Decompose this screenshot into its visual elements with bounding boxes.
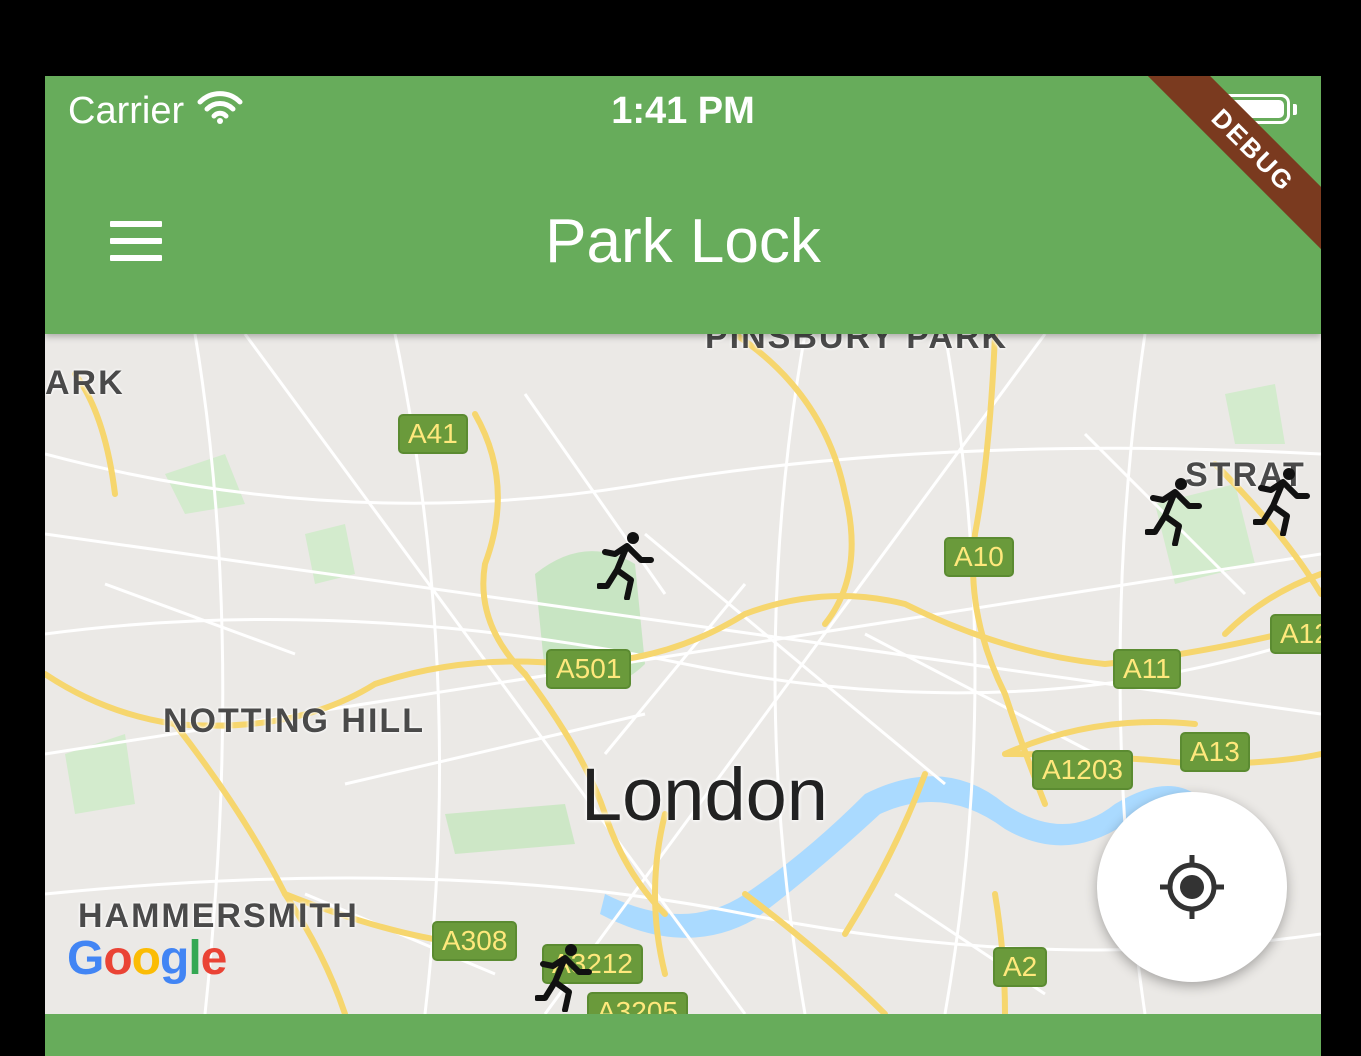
status-time: 1:41 PM: [611, 90, 755, 132]
app-title: Park Lock: [545, 207, 821, 276]
battery-tip: [1293, 104, 1297, 115]
park-marker-running-icon[interactable]: [597, 530, 657, 600]
road-shield-a501: A501: [546, 649, 632, 689]
park-marker-running-icon[interactable]: [1253, 466, 1313, 536]
road-shield-a308: A308: [432, 921, 518, 961]
phone-screen: Carrier 1:41 PM Park Lock DEBUG PINSBURY…: [45, 76, 1321, 1056]
status-bar: Carrier 1:41 PM: [45, 76, 1321, 148]
road-shield-a12: A12: [1270, 614, 1321, 654]
place-label-notting-hill: NOTTING HILL: [163, 702, 425, 740]
place-label-ark: ARK: [45, 364, 125, 402]
place-label-pinsbury-park: PINSBURY PARK: [705, 334, 1009, 356]
google-logo: Google: [67, 932, 227, 985]
app-bar: Carrier 1:41 PM Park Lock DEBUG: [45, 76, 1321, 334]
my-location-icon: [1160, 855, 1224, 919]
road-shield-a3205: A3205: [587, 992, 688, 1014]
road-shield-a11: A11: [1113, 649, 1181, 689]
city-label-london: London: [581, 753, 828, 836]
road-shield-a41: A41: [398, 414, 468, 454]
road-shield-a13: A13: [1180, 732, 1250, 772]
bottom-bar: [45, 1014, 1321, 1056]
road-shield-a1203: A1203: [1032, 750, 1133, 790]
my-location-button[interactable]: [1097, 792, 1287, 982]
park-marker-running-icon[interactable]: [535, 942, 595, 1012]
road-shield-a10: A10: [944, 537, 1014, 577]
park-marker-running-icon[interactable]: [1145, 476, 1205, 546]
road-shield-a2: A2: [993, 947, 1048, 987]
